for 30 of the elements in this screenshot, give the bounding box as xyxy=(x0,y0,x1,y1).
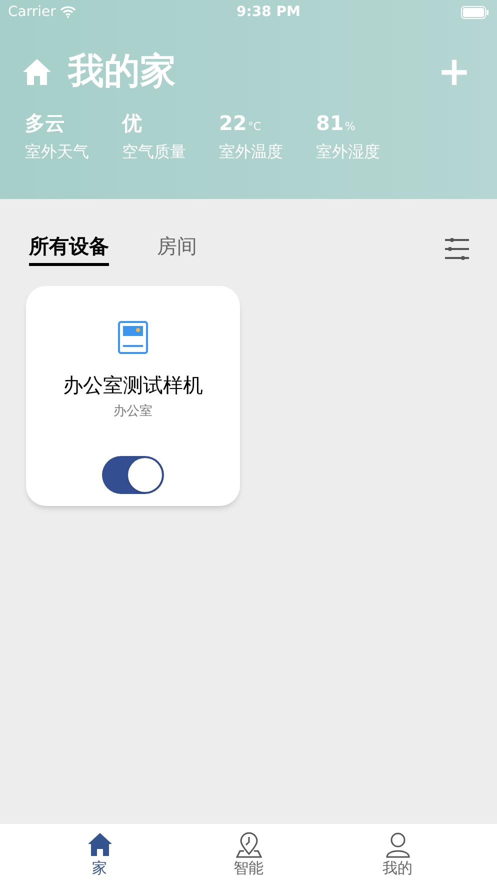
battery-icon xyxy=(461,6,489,18)
stat-value: 22 xyxy=(219,110,247,137)
tab[interactable]: 所有设备 xyxy=(29,231,109,266)
power-switch[interactable] xyxy=(102,456,164,494)
stat-value: 多云 xyxy=(25,110,65,137)
stat-label: 空气质量 xyxy=(122,141,187,163)
stat-label: 室外温度 xyxy=(219,141,284,163)
device-card[interactable]: 办公室测试样机 办公室 xyxy=(26,286,240,506)
stat-label: 室外湿度 xyxy=(316,141,381,163)
device-name: 办公室测试样机 xyxy=(63,372,203,399)
tab-bar-icon xyxy=(384,832,410,858)
stat-value: 81 xyxy=(316,110,344,137)
clock: 9:38 PM xyxy=(236,2,300,22)
carrier-label: Carrier xyxy=(8,2,56,22)
tab-bar-item[interactable]: 智能 xyxy=(198,824,298,883)
tab-bar-icon xyxy=(236,832,262,858)
tab[interactable]: 房间 xyxy=(157,231,197,266)
stat-value: 优 xyxy=(122,110,142,137)
stat-label: 室外天气 xyxy=(25,141,90,163)
stat-unit: °C xyxy=(248,119,262,135)
wifi-icon xyxy=(60,6,76,18)
page-title: 我的家 xyxy=(68,50,176,94)
tab-bar-item[interactable]: 家 xyxy=(50,824,150,883)
tab-bar-item[interactable]: 我的 xyxy=(348,824,448,883)
filter-icon[interactable] xyxy=(444,236,470,260)
device-icon xyxy=(118,321,148,354)
stat-unit: % xyxy=(344,119,356,135)
tab-bar-icon xyxy=(86,832,112,858)
device-room: 办公室 xyxy=(114,403,152,421)
home-icon xyxy=(22,58,52,86)
